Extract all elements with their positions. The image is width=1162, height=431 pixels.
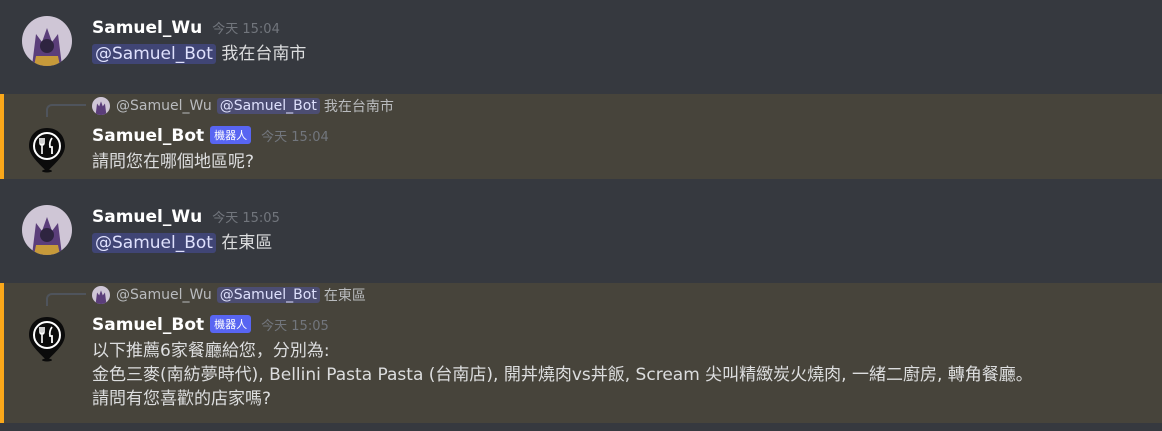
message-body: 以下推薦6家餐廳給您，分別為: 金色三麥(南紡夢時代), Bellini Pas… [92,339,1033,411]
reply-text: 我在台南市 [323,99,394,115]
username[interactable]: Samuel_Bot [92,315,204,335]
message-4: @Samuel_Wu @Samuel_Bot 在東區 Samuel_Bot 機器… [0,283,1162,423]
fork-knife-pin-icon [29,317,65,362]
message-text: 請問您在哪個地區呢? [92,152,255,172]
message-2: @Samuel_Wu @Samuel_Bot 我在台南市 Samuel_Bot … [0,94,1162,179]
reply-username[interactable]: @Samuel_Wu [116,287,212,303]
bot-avatar[interactable] [22,124,72,174]
mention[interactable]: @Samuel_Bot [92,233,216,253]
reply-preview[interactable]: @Samuel_Wu @Samuel_Bot 我在台南市 [92,96,394,116]
reply-mention[interactable]: @Samuel_Bot [216,98,320,114]
mention[interactable]: @Samuel_Bot [92,44,216,64]
username[interactable]: Samuel_Wu [92,207,202,227]
timestamp: 今天 15:04 [261,130,329,145]
timestamp: 今天 15:04 [212,22,280,37]
message-text: 在東區 [221,233,273,253]
user-avatar[interactable] [22,205,72,255]
bot-tag: 機器人 [210,126,252,144]
reply-mention[interactable]: @Samuel_Bot [216,287,320,303]
reply-avatar [92,97,110,115]
reply-connector [46,293,86,306]
message-text: 我在台南市 [221,44,307,64]
user-avatar[interactable] [22,16,72,66]
reply-username[interactable]: @Samuel_Wu [116,98,212,114]
message-line: 以下推薦6家餐廳給您，分別為: [92,341,330,361]
timestamp: 今天 15:05 [261,319,329,334]
message-1: Samuel_Wu 今天 15:04 @Samuel_Bot 我在台南市 [0,0,1162,90]
username[interactable]: Samuel_Wu [92,18,202,38]
message-3: Samuel_Wu 今天 15:05 @Samuel_Bot 在東區 [0,190,1162,280]
reply-avatar [92,286,110,304]
reply-preview[interactable]: @Samuel_Wu @Samuel_Bot 在東區 [92,285,366,305]
reply-connector [46,104,86,117]
reply-text: 在東區 [323,288,366,304]
fork-knife-pin-icon [29,128,65,173]
bot-tag: 機器人 [210,315,252,333]
username[interactable]: Samuel_Bot [92,126,204,146]
message-line: 請問有您喜歡的店家嗎? [92,389,272,409]
bot-avatar[interactable] [22,313,72,363]
timestamp: 今天 15:05 [212,211,280,226]
message-line: 金色三麥(南紡夢時代), Bellini Pasta Pasta (台南店), … [92,365,1033,385]
